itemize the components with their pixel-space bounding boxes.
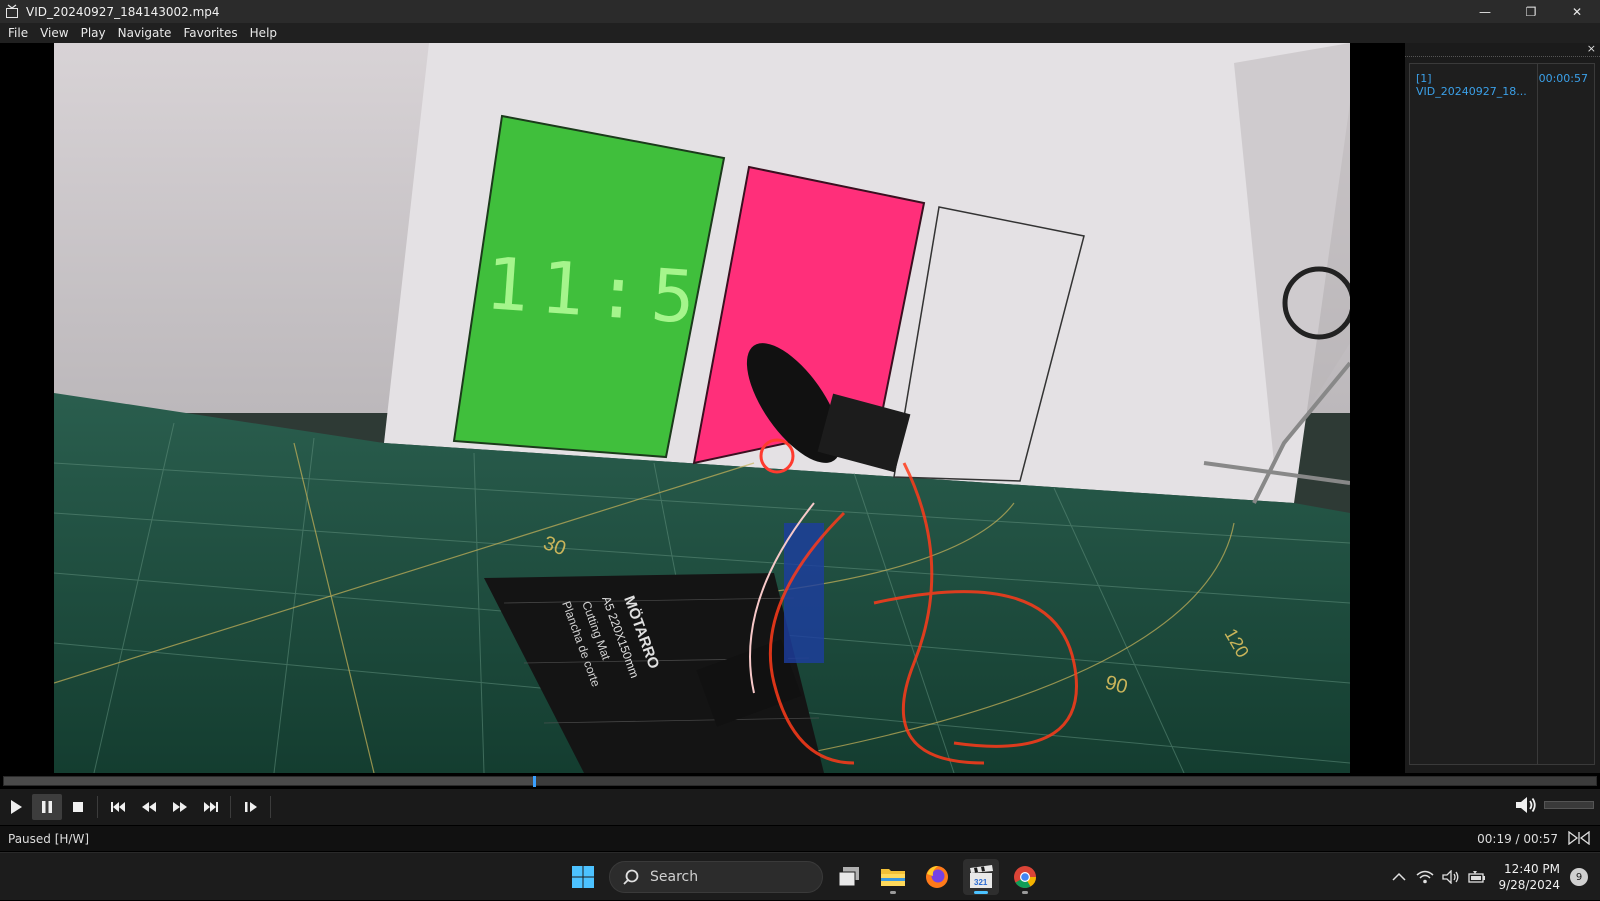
search-label: Search xyxy=(650,869,699,885)
media-player-button[interactable]: 321 xyxy=(963,859,999,895)
frame-step-icon xyxy=(245,802,257,812)
taskbar-clock[interactable]: 12:40 PM 9/28/2024 xyxy=(1490,861,1570,893)
status-bar: Paused [H/W] 00:19 / 00:57 xyxy=(0,826,1600,851)
battery-icon xyxy=(1468,871,1486,883)
speaker-icon[interactable] xyxy=(1514,795,1538,815)
pause-icon xyxy=(42,801,52,813)
window-title: VID_20240927_184143002.mp4 xyxy=(26,4,220,19)
firefox-icon xyxy=(926,866,948,888)
video-area[interactable]: 30 90 120 11:5 MÖTARRO A5 220X150mm Cutt… xyxy=(0,43,1405,773)
taskbar-search[interactable]: Search xyxy=(609,861,823,893)
start-button[interactable] xyxy=(565,859,601,895)
search-icon xyxy=(623,869,639,885)
playlist-column-divider xyxy=(1537,64,1538,764)
folder-icon xyxy=(881,869,905,886)
next-button[interactable] xyxy=(196,794,226,820)
title-bar: VID_20240927_184143002.mp4 — ❐ ✕ xyxy=(0,0,1600,23)
playlist-item-label: [1] VID_20240927_18... xyxy=(1416,72,1527,98)
restore-icon: ❐ xyxy=(1525,4,1537,19)
active-indicator xyxy=(974,891,988,894)
playlist-panel: × [1] VID_20240927_18... 00:00:57 xyxy=(1405,42,1600,773)
clock-date: 9/28/2024 xyxy=(1498,878,1560,892)
play-icon xyxy=(11,800,22,814)
skip-next-icon xyxy=(204,802,218,812)
network-button[interactable] xyxy=(1412,864,1438,890)
video-scene: 30 90 120 11:5 MÖTARRO A5 220X150mm Cutt… xyxy=(54,43,1350,773)
wifi-icon xyxy=(1416,870,1434,884)
firefox-button[interactable] xyxy=(919,859,955,895)
playback-status: Paused [H/W] xyxy=(8,831,90,846)
controls-separator xyxy=(97,796,98,818)
menu-bar: File View Play Navigate Favorites Help xyxy=(0,23,1600,43)
volume-control xyxy=(1514,795,1594,815)
skip-previous-icon xyxy=(111,802,125,812)
close-icon: ✕ xyxy=(1571,4,1583,19)
task-view-icon xyxy=(838,867,859,887)
system-tray: 12:40 PM 9/28/2024 9 xyxy=(1386,853,1600,901)
led-digits: 11:5 xyxy=(483,241,710,340)
controls-separator xyxy=(270,796,271,818)
rewind-icon xyxy=(142,802,156,812)
seek-thumb[interactable] xyxy=(533,776,537,787)
chrome-button[interactable] xyxy=(1007,859,1043,895)
playback-controls xyxy=(0,789,1600,825)
playlist-item[interactable]: [1] VID_20240927_18... 00:00:57 xyxy=(1416,72,1588,98)
play-button[interactable] xyxy=(1,794,31,820)
fast-forward-icon xyxy=(173,802,187,812)
playlist-list[interactable]: [1] VID_20240927_18... 00:00:57 xyxy=(1409,63,1595,765)
volume-tray-button[interactable] xyxy=(1438,864,1464,890)
aspect-ratio-icon[interactable] xyxy=(1568,831,1590,845)
seek-progress xyxy=(4,777,535,785)
notification-badge[interactable]: 9 xyxy=(1570,868,1588,886)
time-display: 00:19 / 00:57 xyxy=(1477,832,1558,846)
restore-button[interactable]: ❐ xyxy=(1508,0,1554,23)
clock-time: 12:40 PM xyxy=(1504,862,1560,876)
minimize-icon: — xyxy=(1479,4,1491,19)
menu-view[interactable]: View xyxy=(34,23,74,43)
previous-button[interactable] xyxy=(103,794,133,820)
video-frame[interactable]: 30 90 120 11:5 MÖTARRO A5 220X150mm Cutt… xyxy=(54,43,1350,773)
running-indicator xyxy=(890,891,896,894)
playlist-header: × xyxy=(1405,42,1600,57)
menu-navigate[interactable]: Navigate xyxy=(112,23,178,43)
fast-forward-button[interactable] xyxy=(165,794,195,820)
seek-bar[interactable] xyxy=(3,776,1597,787)
svg-text:321: 321 xyxy=(974,878,988,887)
pause-button[interactable] xyxy=(32,794,62,820)
controls-separator xyxy=(230,796,231,818)
frame-step-button[interactable] xyxy=(236,794,266,820)
taskbar: Search 321 12:40 PM 9/28/2024 9 xyxy=(0,852,1600,900)
running-indicator xyxy=(1022,891,1028,894)
playlist-close-icon[interactable]: × xyxy=(1587,42,1596,55)
show-hidden-icons-button[interactable] xyxy=(1386,864,1412,890)
chevron-up-icon xyxy=(1392,872,1406,881)
volume-slider[interactable] xyxy=(1544,801,1594,809)
menu-favorites[interactable]: Favorites xyxy=(177,23,243,43)
menu-play[interactable]: Play xyxy=(75,23,112,43)
task-view-button[interactable] xyxy=(831,859,867,895)
media-player-icon xyxy=(6,3,18,18)
minimize-button[interactable]: — xyxy=(1462,0,1508,23)
stop-icon xyxy=(73,802,83,812)
chrome-icon xyxy=(1014,866,1036,888)
close-button[interactable]: ✕ xyxy=(1554,0,1600,23)
volume-icon xyxy=(1442,870,1459,884)
file-explorer-button[interactable] xyxy=(875,859,911,895)
rewind-button[interactable] xyxy=(134,794,164,820)
menu-file[interactable]: File xyxy=(2,23,34,43)
battery-button[interactable] xyxy=(1464,864,1490,890)
playlist-item-duration: 00:00:57 xyxy=(1538,72,1588,85)
stop-button[interactable] xyxy=(63,794,93,820)
windows-logo-icon xyxy=(572,866,594,888)
mpc-clapper-icon: 321 xyxy=(970,865,993,888)
menu-help[interactable]: Help xyxy=(244,23,283,43)
